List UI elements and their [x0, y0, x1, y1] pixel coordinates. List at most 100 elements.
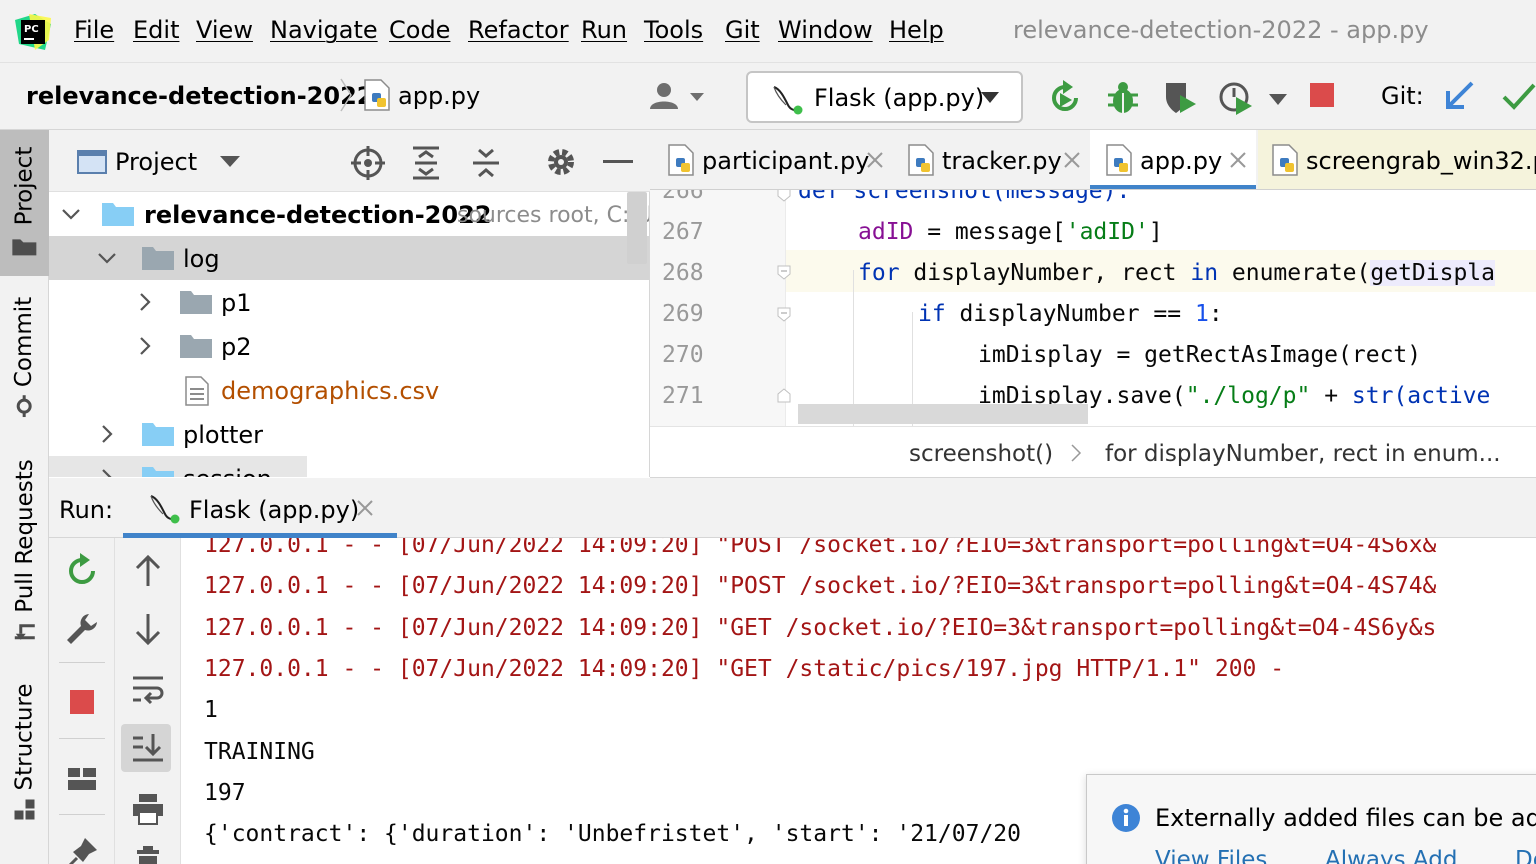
project-view-title[interactable]: Project	[115, 148, 197, 176]
code-editor[interactable]: 266 267 268 269 270 271 def screenshot(m…	[650, 190, 1536, 426]
wrench-icon[interactable]	[63, 610, 101, 648]
menu-file[interactable]: File	[74, 16, 114, 44]
close-icon[interactable]	[1228, 150, 1248, 170]
run-tab-flask[interactable]: Flask (app.py)	[123, 478, 397, 538]
menu-code[interactable]: Code	[389, 16, 450, 44]
menu-tools[interactable]: Tools	[644, 16, 703, 44]
tool-window-project[interactable]: Project	[0, 130, 49, 276]
toolbar-divider	[59, 738, 105, 739]
stop-icon[interactable]	[63, 684, 101, 722]
gear-icon[interactable]	[545, 146, 577, 178]
soft-wrap-icon[interactable]	[129, 670, 167, 708]
breadcrumb-function[interactable]: screenshot()	[909, 441, 1053, 467]
chevron-right-icon[interactable]	[135, 336, 155, 356]
tree-row-root[interactable]: relevance-detection-2022 sources root, C…	[49, 192, 649, 236]
git-commit-icon[interactable]	[1500, 79, 1536, 117]
run-panel-label: Run:	[59, 496, 114, 524]
tool-window-pull-requests[interactable]: Pull Requests	[0, 459, 49, 642]
code-token: displayNumber, rect	[899, 260, 1191, 286]
notification-view-files-link[interactable]: View Files	[1155, 847, 1267, 864]
fold-marker-icon[interactable]	[776, 306, 792, 322]
console-line: 127.0.0.1 - - [07/Jun/2022 14:09:20] "PO…	[204, 573, 1437, 600]
tree-row-log[interactable]: log	[49, 236, 649, 280]
navigation-toolbar: relevance-detection-2022 app.py Flask (a…	[0, 62, 1536, 130]
structure-icon	[14, 799, 35, 820]
rerun-icon[interactable]	[63, 552, 101, 590]
breadcrumb-project[interactable]: relevance-detection-2022	[26, 82, 373, 110]
chevron-down-icon[interactable]	[219, 155, 241, 169]
menu-edit[interactable]: Edit	[133, 16, 179, 44]
rerun-icon[interactable]	[1046, 79, 1084, 117]
breadcrumb-loop[interactable]: for displayNumber, rect in enum...	[1105, 441, 1501, 467]
menu-git[interactable]: Git	[725, 16, 760, 44]
run-configuration-selector[interactable]: Flask (app.py)	[746, 71, 1023, 123]
run-toolbar-primary	[49, 538, 115, 864]
expand-all-icon[interactable]	[411, 146, 441, 180]
menu-help[interactable]: Help	[889, 16, 944, 44]
notification-always-add-link[interactable]: Always Add	[1325, 847, 1457, 864]
tab-participant[interactable]: participant.py	[650, 130, 890, 189]
breadcrumb-file[interactable]: app.py	[398, 82, 480, 110]
tool-window-project-label: Project	[11, 146, 38, 226]
tool-window-structure[interactable]: Structure	[0, 684, 49, 820]
minimize-icon[interactable]	[603, 160, 633, 164]
editor-horizontal-scrollbar[interactable]	[798, 404, 1088, 424]
pin-icon[interactable]	[63, 834, 101, 864]
tab-tracker[interactable]: tracker.py	[892, 130, 1088, 189]
fold-marker-icon[interactable]	[776, 388, 792, 404]
menu-run[interactable]: Run	[581, 16, 627, 44]
tree-row-plotter[interactable]: plotter	[49, 412, 649, 456]
stop-icon[interactable]	[1305, 79, 1343, 117]
close-icon[interactable]	[355, 498, 375, 518]
debug-icon[interactable]	[1104, 79, 1142, 117]
layout-icon[interactable]	[63, 760, 101, 798]
notification-dont-ask-link[interactable]: Do	[1515, 847, 1536, 864]
tab-tracker-label: tracker.py	[942, 147, 1062, 175]
git-update-icon[interactable]	[1442, 79, 1480, 117]
tab-screengrab[interactable]: screengrab_win32.py	[1258, 130, 1536, 189]
menu-navigate[interactable]: Navigate	[270, 16, 378, 44]
code-token: displayNumber ==	[945, 301, 1195, 327]
code-token: 1	[1194, 301, 1209, 327]
chevron-down-icon[interactable]	[1268, 93, 1288, 107]
chevron-right-icon	[1071, 444, 1082, 462]
run-panel-header: Run: Flask (app.py)	[49, 478, 1536, 538]
project-panel-header: Project	[49, 130, 650, 192]
chevron-down-icon[interactable]	[61, 204, 81, 224]
tool-window-pull-requests-label: Pull Requests	[11, 459, 38, 613]
close-icon[interactable]	[865, 150, 885, 170]
git-label: Git:	[1381, 82, 1424, 110]
scroll-to-end-icon[interactable]	[129, 730, 167, 768]
fold-marker-icon[interactable]	[776, 264, 792, 280]
arrow-up-icon[interactable]	[129, 552, 167, 590]
print-icon[interactable]	[129, 790, 167, 828]
fold-marker-icon[interactable]	[776, 190, 792, 202]
chevron-down-icon[interactable]	[97, 248, 117, 268]
tab-app[interactable]: app.py	[1090, 130, 1256, 189]
menu-refactor[interactable]: Refactor	[468, 16, 569, 44]
tree-row-p1[interactable]: p1	[49, 280, 649, 324]
menu-view[interactable]: View	[196, 16, 253, 44]
tree-row-demographics[interactable]: demographics.csv	[49, 368, 649, 412]
tree-scrollbar[interactable]	[627, 192, 647, 264]
user-dropdown-icon[interactable]	[648, 81, 708, 113]
tree-row-p2[interactable]: p2	[49, 324, 649, 368]
code-token: for	[858, 260, 900, 286]
toolbar-divider	[59, 662, 105, 663]
tool-window-commit[interactable]: Commit	[0, 292, 49, 422]
collapse-all-icon[interactable]	[471, 146, 501, 180]
notification-balloon[interactable]: Externally added files can be added View…	[1086, 774, 1536, 864]
profile-icon[interactable]	[1218, 79, 1256, 117]
pull-request-icon	[14, 624, 35, 640]
arrow-down-icon[interactable]	[129, 610, 167, 648]
run-with-coverage-icon[interactable]	[1162, 79, 1200, 117]
menu-window[interactable]: Window	[778, 16, 873, 44]
trash-icon[interactable]	[129, 846, 167, 864]
tree-row-session[interactable]: session	[49, 456, 307, 477]
chevron-right-icon[interactable]	[97, 468, 117, 477]
chevron-right-icon[interactable]	[135, 292, 155, 312]
code-line-269: if displayNumber == 1:	[918, 301, 1223, 327]
locate-file-icon[interactable]	[351, 146, 385, 180]
chevron-right-icon[interactable]	[97, 424, 117, 444]
close-icon[interactable]	[1062, 150, 1082, 170]
